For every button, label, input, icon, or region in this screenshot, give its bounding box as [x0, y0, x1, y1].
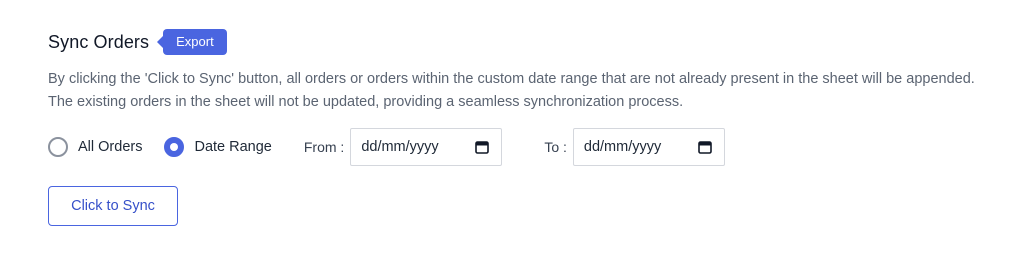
to-date-label: To :	[544, 139, 567, 155]
section-title: Sync Orders	[48, 31, 150, 52]
radio-button-checked[interactable]	[164, 137, 185, 157]
calendar-icon[interactable]	[698, 140, 712, 154]
section-description: By clicking the 'Click to Sync' button, …	[48, 71, 975, 110]
click-to-sync-button[interactable]: Click to Sync	[48, 186, 178, 226]
radio-label-all-orders: All Orders	[78, 139, 143, 155]
radio-all-orders[interactable]: All Orders	[48, 137, 142, 157]
to-date-input[interactable]: dd/mm/yyyy	[572, 128, 725, 166]
sync-controls: All Orders Date Range From : dd/mm/yyyy …	[48, 127, 988, 167]
sync-orders-section: Sync Orders Export By clicking the 'Clic…	[48, 26, 988, 167]
from-date-value: dd/mm/yyyy	[361, 139, 439, 155]
calendar-icon[interactable]	[475, 140, 490, 154]
radio-button-unchecked[interactable]	[48, 137, 68, 157]
to-date-value: dd/mm/yyyy	[583, 139, 662, 155]
export-badge: Export	[157, 29, 227, 55]
from-date-input[interactable]: dd/mm/yyyy	[350, 128, 503, 166]
radio-label-date-range: Date Range	[194, 139, 272, 155]
from-date-label: From :	[303, 139, 345, 155]
title-row: Sync Orders Export	[48, 26, 988, 58]
radio-date-range[interactable]: Date Range	[164, 137, 272, 157]
